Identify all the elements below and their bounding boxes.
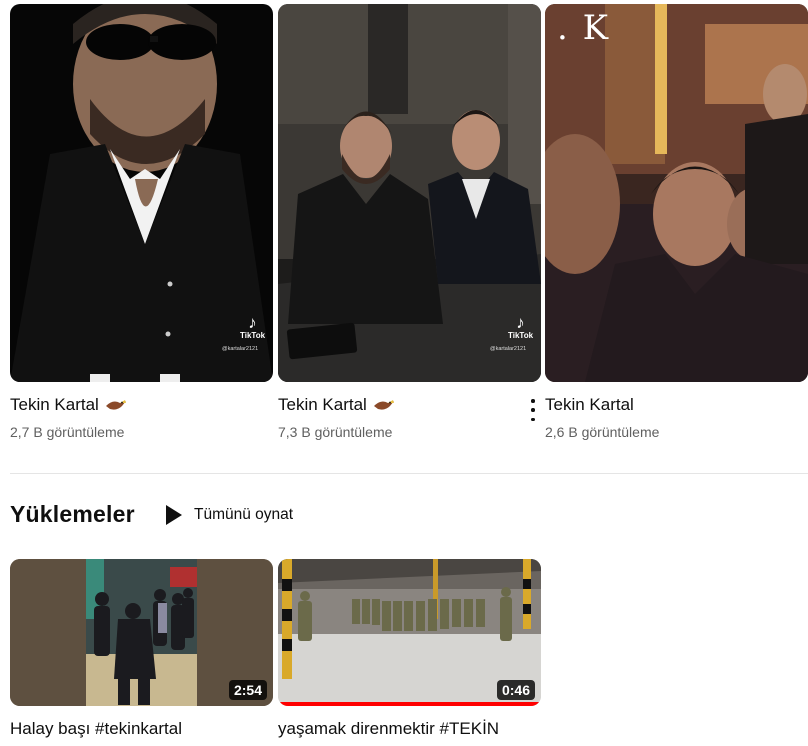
video-duration: 0:46 — [496, 680, 535, 700]
video-title[interactable]: Halay başı #tekinkartal — [10, 719, 182, 739]
tiktok-logo-icon: ♪ TikTok — [240, 313, 266, 340]
short-thumbnail[interactable]: ♪ TikTok @kartalar2121 — [10, 4, 273, 382]
section-title: Yüklemeler — [10, 501, 135, 527]
video-thumbnail[interactable]: 0:46 — [278, 559, 541, 706]
short-card[interactable]: ♪ TikTok @kartalar2121 Tekin Kartal 7,3 B… — [278, 4, 541, 440]
shorts-shelf: ♪ TikTok @kartalar2121 Tekin Kartal 2,7 B… — [10, 4, 808, 444]
short-title[interactable]: Tekin Kartal — [278, 394, 395, 416]
short-title-text: Tekin Kartal — [545, 395, 634, 414]
video-title[interactable]: yaşamak direnmektir #TEKİN — [278, 719, 499, 739]
short-title[interactable]: Tekin Kartal — [545, 394, 634, 416]
short-thumbnail[interactable]: . K — [545, 4, 808, 382]
play-icon — [166, 505, 182, 525]
play-all-label: Tümünü oynat — [194, 506, 294, 523]
tiktok-username: @kartalar2121 — [490, 346, 527, 352]
short-overlay-text: . K — [557, 8, 611, 48]
short-title[interactable]: Tekin Kartal — [10, 394, 127, 416]
play-all-button[interactable]: Tümünü oynat — [166, 505, 293, 525]
short-title-text: Tekin Kartal — [278, 395, 367, 414]
more-options-icon[interactable] — [523, 397, 543, 423]
section-divider — [10, 473, 808, 474]
video-card[interactable]: 0:46 yaşamak direnmektir #TEKİN — [278, 559, 541, 738]
video-card[interactable]: 2:54 Halay başı #tekinkartal — [10, 559, 273, 738]
watch-progress-bar — [278, 702, 541, 706]
short-thumbnail[interactable]: ♪ TikTok @kartalar2121 — [278, 4, 541, 382]
short-card[interactable]: . K Tekin Kartal 2,6 B görüntüleme — [545, 4, 808, 440]
eagle-emoji-icon — [105, 400, 126, 410]
tiktok-username: @kartalar2121 — [222, 346, 259, 352]
short-title-text: Tekin Kartal — [10, 395, 99, 414]
short-card[interactable]: ♪ TikTok @kartalar2121 Tekin Kartal 2,7 B… — [10, 4, 273, 440]
short-view-count: 7,3 B görüntüleme — [278, 424, 393, 440]
eagle-emoji-icon — [373, 400, 394, 410]
short-view-count: 2,7 B görüntüleme — [10, 424, 125, 440]
tiktok-logo-icon: ♪ TikTok — [508, 313, 534, 340]
video-thumbnail[interactable]: 2:54 — [10, 559, 273, 706]
video-duration: 2:54 — [228, 680, 267, 700]
short-view-count: 2,6 B görüntüleme — [545, 424, 660, 440]
